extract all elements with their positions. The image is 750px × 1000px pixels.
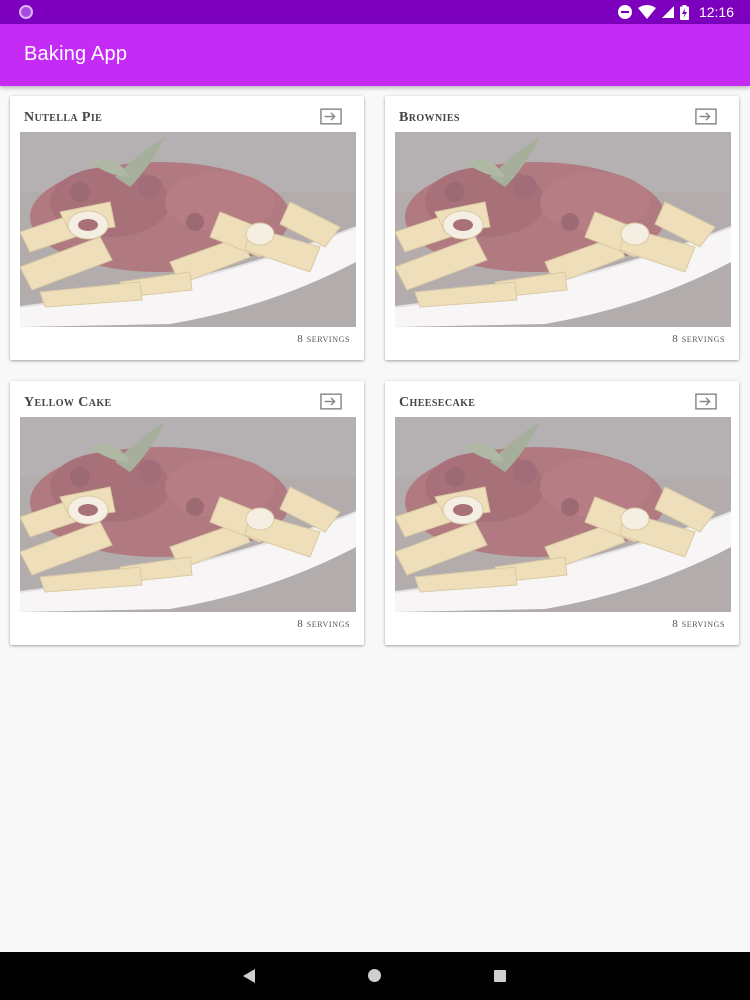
open-in-widget-icon[interactable]	[695, 108, 717, 125]
recipe-image	[395, 132, 731, 327]
navigation-bar	[0, 952, 750, 1000]
open-in-widget-icon[interactable]	[320, 108, 342, 125]
app-bar: Baking App	[0, 24, 750, 86]
status-icons: 12:16	[617, 2, 734, 22]
recipe-servings: 8 servings	[297, 333, 350, 345]
recipe-card[interactable]: Brownies 8 servings	[385, 96, 739, 360]
recents-icon[interactable]	[494, 970, 506, 982]
recipe-servings: 8 servings	[672, 333, 725, 345]
recipe-image	[395, 417, 731, 612]
wifi-icon	[637, 5, 656, 19]
status-time: 12:16	[698, 4, 734, 20]
do-not-disturb-icon	[617, 5, 632, 19]
recipe-title: Brownies	[399, 110, 460, 125]
recipe-card[interactable]: Nutella Pie 8 servings	[10, 96, 364, 360]
battery-charging-icon	[679, 4, 689, 20]
recipe-image	[20, 417, 356, 612]
recipe-title: Cheesecake	[399, 395, 476, 410]
notification-dot-icon	[19, 5, 33, 19]
home-icon[interactable]	[368, 969, 381, 982]
recipe-card[interactable]: Yellow Cake 8 servings	[10, 381, 364, 645]
recipe-card[interactable]: Cheesecake 8 servings	[385, 381, 739, 645]
recipe-image	[20, 132, 356, 327]
recipe-servings: 8 servings	[297, 618, 350, 630]
recipe-servings: 8 servings	[672, 618, 725, 630]
open-in-widget-icon[interactable]	[695, 393, 717, 410]
recipe-title: Nutella Pie	[24, 110, 103, 125]
cell-signal-icon	[661, 6, 674, 18]
status-bar: 12:16	[0, 0, 750, 24]
back-icon[interactable]	[242, 968, 256, 984]
open-in-widget-icon[interactable]	[320, 393, 342, 410]
recipe-title: Yellow Cake	[24, 395, 112, 410]
app-title: Baking App	[24, 43, 128, 65]
